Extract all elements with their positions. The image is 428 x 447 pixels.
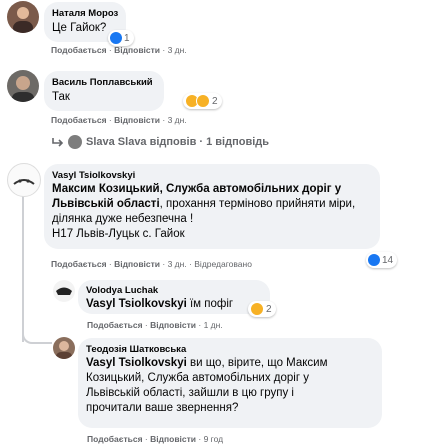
avatar-photo-icon xyxy=(13,7,33,33)
like-reaction-icon xyxy=(110,32,122,44)
avatar[interactable] xyxy=(7,163,41,197)
reply-actions: Подобається · Відповісти · 1 дн. xyxy=(87,320,223,330)
comment-actions: Подобається · Відповісти · 3 дн. xyxy=(51,115,187,125)
avatar-photo-icon xyxy=(56,341,72,359)
avatar-photo-icon xyxy=(13,179,35,185)
reaction-count[interactable]: 14 xyxy=(366,252,398,268)
comment-author[interactable]: Vasyl Tsiolkovskyi xyxy=(52,170,135,181)
avatar-photo-icon xyxy=(12,76,34,102)
avatar[interactable] xyxy=(7,1,39,33)
timestamp[interactable]: 3 дн. xyxy=(168,45,187,55)
like-link[interactable]: Подобається xyxy=(51,115,107,125)
reply-text: Vasyl Tsiolkovskyi ви що, вірите, що Мак… xyxy=(86,357,328,414)
reaction-count[interactable]: 1 xyxy=(108,30,134,46)
comment-text: Це Гайок? xyxy=(52,22,107,34)
timestamp[interactable]: 3 дн. xyxy=(168,115,187,125)
reply-actions: Подобається · Відповісти · 9 год xyxy=(87,434,224,444)
comment-actions: Подобається · Відповісти · 3 дн. xyxy=(51,45,187,55)
reply-link[interactable]: Відповісти xyxy=(114,45,160,55)
thread-branch xyxy=(22,330,52,344)
comment-author[interactable]: Василь Поплавський xyxy=(52,77,153,88)
comment-bubble: Vasyl Tsiolkovskyi Максим Козицький, Слу… xyxy=(44,164,380,249)
reply-link[interactable]: Відповісти xyxy=(114,115,160,125)
avatar[interactable] xyxy=(7,70,39,102)
reaction-count[interactable]: 2 xyxy=(248,301,276,317)
avatar[interactable] xyxy=(53,280,75,302)
avatar-photo-icon xyxy=(56,287,72,295)
thread-line xyxy=(22,196,24,342)
haha-reaction-icon xyxy=(250,302,264,316)
like-link[interactable]: Подобається xyxy=(87,320,143,330)
like-reaction-icon xyxy=(368,254,380,266)
comment-bubble: Василь Поплавський Так xyxy=(44,71,164,111)
like-link[interactable]: Подобається xyxy=(51,259,107,269)
reply-author[interactable]: Теодозія Шатковська xyxy=(86,344,186,355)
reply-text: Vasyl Tsiolkovskyi їм пофіг xyxy=(86,298,234,310)
reply-bubble: Volodya Luchak Vasyl Tsiolkovskyi їм поф… xyxy=(78,280,270,314)
mention-tag[interactable]: Vasyl Tsiolkovskyi xyxy=(86,298,187,310)
reply-link[interactable]: Відповісти xyxy=(150,434,196,444)
timestamp[interactable]: 9 год xyxy=(204,434,224,444)
comment-text: Так xyxy=(52,91,70,103)
comment-text: Максим Козицький, Служба автомобільних д… xyxy=(52,183,356,240)
reaction-count[interactable]: 2 xyxy=(183,93,222,109)
reply-author[interactable]: Volodya Luchak xyxy=(86,285,158,296)
comment-actions: Подобається · Відповісти · 3 дн. · Відре… xyxy=(51,259,252,269)
reply-bubble: Теодозія Шатковська Vasyl Tsiolkovskyi в… xyxy=(78,338,382,428)
view-replies-link[interactable]: Slava Slava відповів · 1 відповідь xyxy=(51,133,269,151)
wow-reaction-icon xyxy=(196,94,210,108)
reply-link[interactable]: Відповісти xyxy=(150,320,196,330)
timestamp[interactable]: 1 дн. xyxy=(204,320,223,330)
reply-arrow-icon xyxy=(52,138,64,147)
like-link[interactable]: Подобається xyxy=(87,434,143,444)
reply-link[interactable]: Відповісти xyxy=(114,259,160,269)
mention-tag[interactable]: Vasyl Tsiolkovskyi xyxy=(86,357,187,369)
comment-author[interactable]: Наталя Мороз xyxy=(52,8,118,19)
replies-summary[interactable]: Slava Slava відповів · 1 відповідь xyxy=(86,136,269,148)
edited-label: Відредаговано xyxy=(194,259,252,269)
avatar xyxy=(68,135,82,149)
like-link[interactable]: Подобається xyxy=(51,45,107,55)
timestamp[interactable]: 3 дн. xyxy=(168,259,187,269)
avatar[interactable] xyxy=(53,337,75,359)
